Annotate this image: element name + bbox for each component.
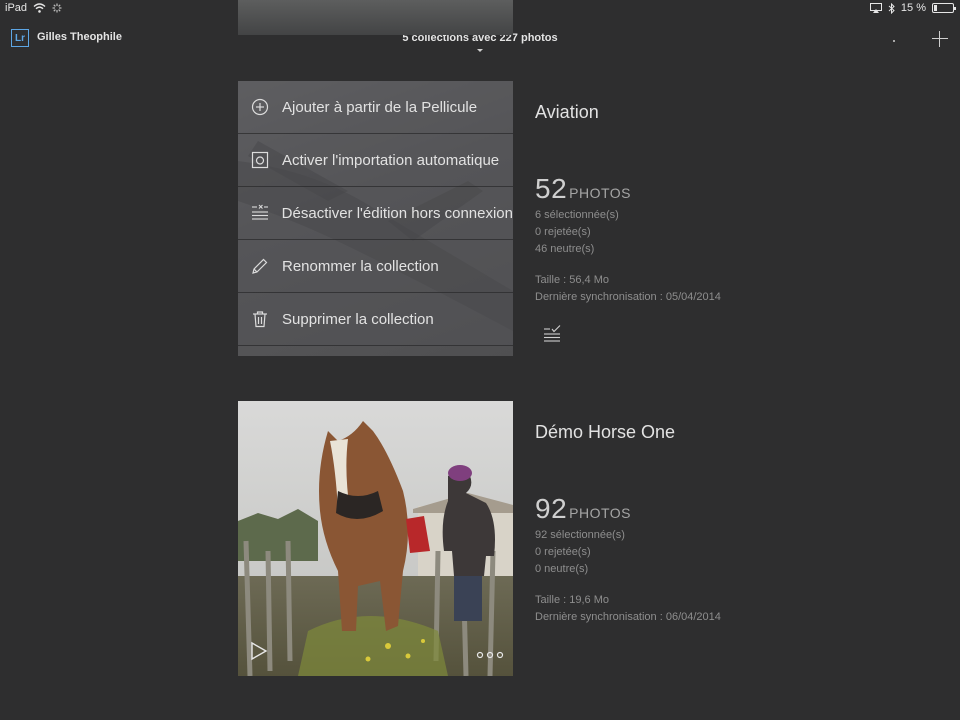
collection-name[interactable]: Démo Horse One (535, 422, 795, 443)
photo-flags: 92 sélectionnée(s) 0 rejetée(s) 0 neutre… (535, 527, 795, 578)
play-icon[interactable] (250, 641, 268, 661)
collection-details: Taille : 19,6 Mo Dernière synchronisatio… (535, 592, 795, 626)
photo-count-number: 92 (535, 493, 568, 524)
add-collection-button[interactable] (930, 29, 950, 49)
menu-item-label: Renommer la collection (282, 257, 439, 275)
collection-size: Taille : 56,4 Mo (535, 274, 609, 286)
menu-item-label: Activer l'importation automatique (282, 151, 500, 169)
battery-percent: 15 % (900, 2, 926, 14)
collection-thumbnail-demo-horse-one[interactable] (238, 401, 513, 676)
menu-item-add-from-camera-roll[interactable]: Ajouter à partir de la Pellicule (238, 81, 513, 134)
neutral-count: 46 neutre(s) (535, 243, 595, 255)
photo-count-unit: PHOTOS (569, 185, 632, 201)
horse-photo (238, 401, 513, 676)
collection-name[interactable]: Aviation (535, 102, 795, 123)
menu-item-auto-import[interactable]: Activer l'importation automatique (238, 134, 513, 187)
photo-flags: 6 sélectionnée(s) 0 rejetée(s) 46 neutre… (535, 207, 795, 258)
last-sync: Dernière synchronisation : 06/04/2014 (535, 611, 721, 623)
battery-icon (932, 3, 956, 13)
photo-count-number: 52 (535, 173, 568, 204)
menu-item-disable-offline-editing[interactable]: Désactiver l'édition hors connexion (238, 187, 513, 240)
collection-size: Taille : 19,6 Mo (535, 594, 609, 606)
photo-count: 92 PHOTOS (535, 493, 795, 525)
chevron-down-icon[interactable] (477, 49, 483, 52)
rejected-count: 0 rejetée(s) (535, 546, 591, 558)
last-sync: Dernière synchronisation : 05/04/2014 (535, 291, 721, 303)
selected-count: 6 sélectionnée(s) (535, 209, 619, 221)
more-dots-icon[interactable] (476, 651, 504, 659)
menu-item-label: Désactiver l'édition hors connexion (281, 204, 513, 222)
menu-item-delete-collection[interactable]: Supprimer la collection (238, 293, 513, 346)
plus-circle-icon (238, 98, 282, 116)
collection-thumbnail-previous[interactable] (238, 0, 513, 35)
airplay-icon (869, 3, 882, 13)
collection-details: Taille : 56,4 Mo Dernière synchronisatio… (535, 272, 795, 306)
photo-count-unit: PHOTOS (569, 505, 632, 521)
collection-info-aviation: Aviation 52 PHOTOS 6 sélectionnée(s) 0 re… (535, 102, 795, 306)
selected-count: 92 sélectionnée(s) (535, 529, 625, 541)
neutral-count: 0 neutre(s) (535, 563, 589, 575)
menu-item-rename-collection[interactable]: Renommer la collection (238, 240, 513, 293)
photo-count: 52 PHOTOS (535, 173, 795, 205)
collection-context-menu: Ajouter à partir de la Pellicule Activer… (238, 81, 513, 346)
bluetooth-icon (888, 2, 895, 14)
collection-info-demo-horse-one: Démo Horse One 92 PHOTOS 92 sélectionnée(… (535, 422, 795, 626)
rejected-count: 0 rejetée(s) (535, 226, 591, 238)
menu-item-label: Ajouter à partir de la Pellicule (282, 98, 478, 116)
more-options-button[interactable] (890, 32, 904, 46)
offline-list-icon[interactable] (543, 325, 561, 343)
offline-list-icon (238, 204, 282, 222)
menu-item-label: Supprimer la collection (282, 310, 434, 328)
trash-icon (238, 310, 282, 328)
camera-icon (238, 151, 282, 169)
pencil-icon (238, 257, 282, 275)
